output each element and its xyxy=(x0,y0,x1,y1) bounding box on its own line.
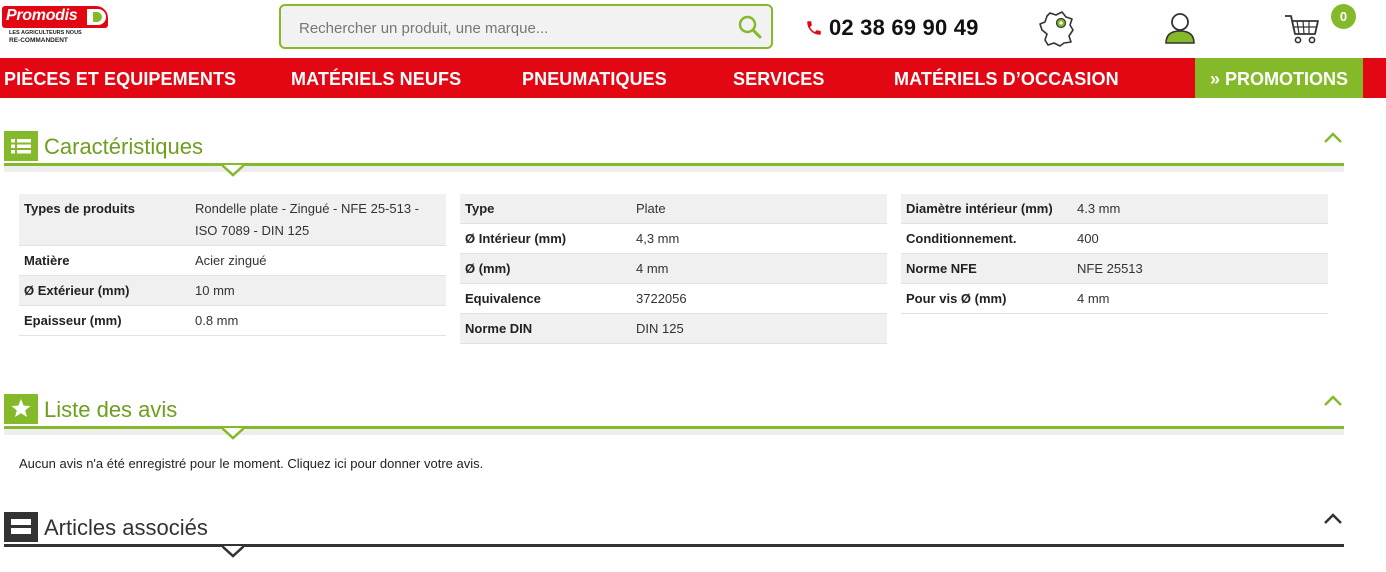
chevron-up-icon[interactable] xyxy=(1322,512,1344,526)
spec-value: 3722056 xyxy=(636,291,687,306)
section-title: Liste des avis xyxy=(44,397,178,422)
top-bar: Promodis LES AGRICULTEURS NOUS RE-COMMAN… xyxy=(0,0,1386,57)
spec-value: 4,3 mm xyxy=(636,231,680,246)
spec-label: Equivalence xyxy=(465,291,541,306)
nav-item-services[interactable]: SERVICES xyxy=(733,58,825,98)
spec-label: Norme NFE xyxy=(906,261,977,276)
section-shadow xyxy=(4,429,1344,435)
section-avis-header[interactable]: Liste des avis xyxy=(4,394,1344,440)
spec-label: Norme DIN xyxy=(465,321,533,336)
section-underline xyxy=(4,544,1344,547)
chevron-up-icon[interactable] xyxy=(1322,394,1344,408)
cart-icon[interactable] xyxy=(1283,12,1321,46)
spec-table-2: Type Plate Ø Intérieur (mm) 4,3 mm Ø (mm) 4 m… xyxy=(460,194,887,344)
spec-value: DIN 125 xyxy=(636,321,684,336)
section-notch xyxy=(222,428,244,440)
spec-label: Diamètre intérieur (mm) xyxy=(906,201,1053,216)
section-title: Caractéristiques xyxy=(44,134,203,159)
section-caracteristiques-header[interactable]: Caractéristiques xyxy=(4,131,1344,177)
spec-label: Ø Intérieur (mm) xyxy=(465,231,567,246)
spec-row: Type Plate xyxy=(460,194,887,224)
spec-value: Rondelle plate - Zingué - NFE 25-513 - I… xyxy=(195,201,420,238)
spec-label: Types de produits xyxy=(24,201,135,216)
section-title: Articles associés xyxy=(44,515,208,540)
logo-mark-icon xyxy=(87,9,106,25)
search-input[interactable] xyxy=(297,16,721,40)
nav-item-promotions[interactable]: » PROMOTIONS xyxy=(1195,58,1363,98)
spec-label: Ø Extérieur (mm) xyxy=(24,283,130,298)
spec-label: Epaisseur (mm) xyxy=(24,313,122,328)
section-notch xyxy=(222,165,244,177)
logo-tagline-1: LES AGRICULTEURS NOUS xyxy=(9,30,82,36)
spec-label: Pour vis Ø (mm) xyxy=(906,291,1007,306)
spec-value: 10 mm xyxy=(195,283,235,298)
no-reviews-message[interactable]: Aucun avis n'a été enregistré pour le mo… xyxy=(19,456,483,471)
logo-badge: Promodis xyxy=(2,6,108,28)
nav-item-materiels-occasion[interactable]: MATÉRIELS D’OCCASION xyxy=(894,58,1119,98)
star-icon xyxy=(4,394,38,424)
section-shadow xyxy=(4,166,1344,172)
spec-row: Ø Intérieur (mm) 4,3 mm xyxy=(460,224,887,254)
logo-tagline-2: RE-COMMANDENT xyxy=(9,37,68,44)
spec-row: Conditionnement. 400 xyxy=(901,224,1328,254)
main-nav: PIÈCES ET EQUIPEMENTS MATÉRIELS NEUFS PN… xyxy=(0,58,1386,98)
section-notch xyxy=(222,546,244,558)
phone-contact[interactable]: 02 38 69 90 49 xyxy=(805,14,979,42)
spec-value: 0.8 mm xyxy=(195,313,239,328)
spec-table-1: Types de produits Rondelle plate - Zingué… xyxy=(19,194,446,336)
logo-brand: Promodis xyxy=(6,7,78,24)
spec-row: Types de produits Rondelle plate - Zingué… xyxy=(19,194,446,246)
spec-value: 4.3 mm xyxy=(1077,201,1121,216)
spec-value: 4 mm xyxy=(1077,291,1110,306)
nav-item-pneumatiques[interactable]: PNEUMATIQUES xyxy=(522,58,667,98)
phone-number: 02 38 69 90 49 xyxy=(829,15,979,40)
section-articles-associes-header[interactable]: Articles associés xyxy=(4,512,1344,558)
spec-label: Conditionnement. xyxy=(906,231,1017,246)
phone-icon xyxy=(807,21,821,35)
spec-value: 4 mm xyxy=(636,261,669,276)
spec-value: Plate xyxy=(636,201,666,216)
chevron-up-icon[interactable] xyxy=(1322,131,1344,145)
nav-item-pieces[interactable]: PIÈCES ET EQUIPEMENTS xyxy=(4,58,236,98)
spec-row: Norme DIN DIN 125 xyxy=(460,314,887,344)
spec-row: Pour vis Ø (mm) 4 mm xyxy=(901,284,1328,314)
spec-value: NFE 25513 xyxy=(1077,261,1143,276)
spec-row: Matière Acier zingué xyxy=(19,246,446,276)
france-map-icon[interactable] xyxy=(1036,10,1078,48)
spec-row: Ø (mm) 4 mm xyxy=(460,254,887,284)
spec-label: Ø (mm) xyxy=(465,261,511,276)
spec-row: Ø Extérieur (mm) 10 mm xyxy=(19,276,446,306)
spec-row: Diamètre intérieur (mm) 4.3 mm xyxy=(901,194,1328,224)
spec-value: 400 xyxy=(1077,231,1099,246)
related-items-icon xyxy=(4,512,38,542)
search-box xyxy=(279,4,773,49)
spec-row: Epaisseur (mm) 0.8 mm xyxy=(19,306,446,336)
user-account-icon[interactable] xyxy=(1162,11,1198,45)
cart-count-badge: 0 xyxy=(1331,4,1356,29)
spec-value: Acier zingué xyxy=(195,253,267,268)
search-icon[interactable] xyxy=(737,14,763,40)
nav-item-materiels-neufs[interactable]: MATÉRIELS NEUFS xyxy=(291,58,461,98)
promodis-logo[interactable]: Promodis LES AGRICULTEURS NOUS RE-COMMAN… xyxy=(2,6,110,46)
spec-row: Norme NFE NFE 25513 xyxy=(901,254,1328,284)
list-icon xyxy=(4,131,38,161)
spec-row: Equivalence 3722056 xyxy=(460,284,887,314)
spec-label: Matière xyxy=(24,253,70,268)
spec-label: Type xyxy=(465,201,495,216)
spec-table-3: Diamètre intérieur (mm) 4.3 mm Conditionne… xyxy=(901,194,1328,314)
